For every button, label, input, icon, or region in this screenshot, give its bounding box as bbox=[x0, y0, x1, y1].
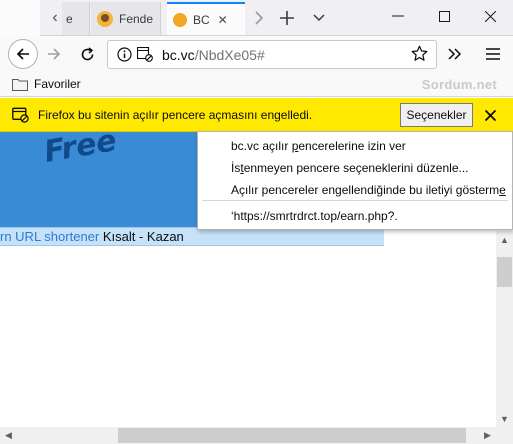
navigation-toolbar: bc.vc/NbdXe05# bbox=[0, 36, 513, 73]
scroll-down-icon[interactable]: ▼ bbox=[496, 410, 513, 427]
bookmarks-toolbar: Favoriler Sordum.net bbox=[0, 73, 513, 97]
tab-1[interactable]: e bbox=[62, 2, 90, 35]
back-button[interactable] bbox=[8, 39, 38, 69]
scroll-right-icon[interactable]: ▶ bbox=[479, 427, 496, 444]
menu-item-allow-popups[interactable]: bc.vc açılır pencerelerine izin ver bbox=[231, 139, 406, 153]
scrollbar-corner bbox=[496, 427, 513, 444]
overflow-chevron-icon[interactable] bbox=[443, 42, 467, 66]
tab-list-chevron-down-icon[interactable] bbox=[308, 7, 330, 29]
window-edge bbox=[0, 0, 40, 36]
horizontal-scroll-thumb[interactable] bbox=[118, 428, 466, 443]
menu-item-blocked-popup-url[interactable]: ‘https://smrtrdrct.top/earn.php?. bbox=[231, 209, 398, 223]
close-notification-icon[interactable] bbox=[482, 107, 498, 123]
close-window-icon[interactable] bbox=[467, 0, 513, 32]
folder-icon bbox=[12, 78, 28, 91]
info-icon[interactable] bbox=[117, 47, 132, 65]
reload-icon bbox=[81, 46, 93, 60]
menu-accesskey: e bbox=[499, 183, 506, 197]
tab-scroll-right-icon[interactable] bbox=[248, 7, 270, 29]
menu-item-dont-show-message[interactable]: Açılır pencereler engellendiğinde bu ile… bbox=[231, 183, 506, 197]
menu-text: ‘https://smrtrdrct.top/earn.php?. bbox=[231, 209, 398, 223]
tab-3[interactable]: BC ✕ bbox=[167, 2, 245, 35]
reload-button[interactable] bbox=[75, 42, 99, 66]
tab-2[interactable]: Fende bbox=[91, 2, 161, 35]
tab-label: Fende bbox=[119, 11, 154, 26]
vertical-scroll-thumb[interactable] bbox=[497, 257, 512, 287]
menu-text: İs bbox=[231, 161, 241, 175]
watermark: Sordum.net bbox=[421, 77, 497, 92]
avatar-favicon-icon bbox=[97, 10, 113, 27]
popup-options-menu: bc.vc açılır pencerelerine izin ver İste… bbox=[197, 131, 513, 230]
menu-text: encerelerine izin ver bbox=[298, 139, 406, 153]
menu-item-edit-popup-settings[interactable]: İstenmeyen pencere seçeneklerini düzenle… bbox=[231, 161, 469, 175]
tagline-text: Kısalt - Kazan bbox=[99, 229, 184, 244]
bookmark-star-icon[interactable] bbox=[407, 41, 431, 65]
scroll-left-icon[interactable]: ◀ bbox=[0, 427, 17, 444]
url-domain: bc.vc bbox=[162, 47, 195, 63]
bookmark-folder-favoriler[interactable]: Favoriler bbox=[12, 77, 81, 91]
menu-text: enmeyen pencere seçeneklerini düzenle... bbox=[243, 161, 469, 175]
url-bar[interactable]: bc.vc/NbdXe05# bbox=[107, 40, 437, 69]
options-button[interactable]: Seçenekler bbox=[400, 103, 473, 127]
bookmark-folder-label: Favoriler bbox=[34, 77, 81, 91]
url-shortener-link[interactable]: rn URL shortener bbox=[0, 229, 99, 244]
url-text: bc.vc/NbdXe05# bbox=[162, 47, 265, 63]
menu-text: bc.vc açılır bbox=[231, 139, 292, 153]
forward-arrow-icon bbox=[48, 48, 61, 60]
url-path: /NbdXe05# bbox=[194, 47, 265, 63]
tab-label: BC bbox=[193, 12, 210, 27]
notification-message: Firefox bu sitenin açılır pencere açması… bbox=[38, 108, 313, 122]
close-tab-icon[interactable]: ✕ bbox=[218, 13, 228, 27]
vertical-scrollbar[interactable]: ▲ ▼ bbox=[496, 231, 513, 427]
new-tab-icon[interactable] bbox=[276, 7, 298, 29]
tab-strip: ‹ e Fende BC ✕ bbox=[0, 0, 513, 36]
bcvc-favicon-icon bbox=[173, 12, 187, 27]
horizontal-scrollbar[interactable]: ◀ ▶ bbox=[0, 427, 496, 444]
back-arrow-icon bbox=[16, 48, 29, 60]
hamburger-menu-icon[interactable] bbox=[481, 42, 505, 66]
maximize-icon[interactable] bbox=[421, 0, 467, 32]
banner-text: Free bbox=[41, 132, 120, 171]
forward-button[interactable] bbox=[42, 42, 66, 66]
minimize-icon[interactable] bbox=[375, 0, 421, 32]
menu-text: Açılır pencereler engellendiğinde bu ile… bbox=[231, 183, 500, 197]
popup-blocked-icon bbox=[12, 107, 29, 126]
page-permissions-icon[interactable] bbox=[136, 46, 153, 65]
menu-separator bbox=[202, 200, 508, 201]
options-button-label: Seçenekler bbox=[406, 108, 467, 122]
scroll-up-icon[interactable]: ▲ bbox=[496, 231, 513, 248]
tab-label: e bbox=[66, 11, 73, 26]
popup-blocked-notification: Firefox bu sitenin açılır pencere açması… bbox=[0, 98, 513, 132]
site-banner: Free bbox=[0, 132, 198, 227]
